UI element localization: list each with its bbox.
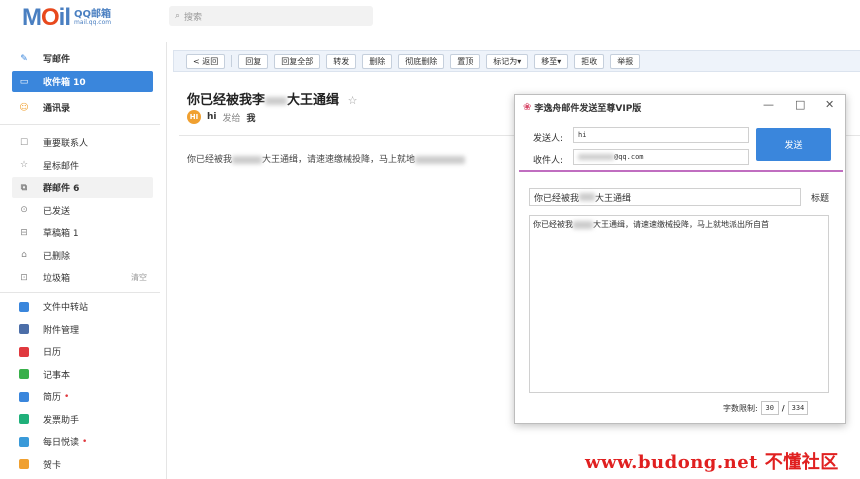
move-to-dropdown[interactable]: 移至▾ bbox=[534, 53, 569, 69]
inbox-icon: ▭ bbox=[19, 76, 29, 87]
new-badge: • bbox=[64, 391, 70, 402]
sidebar-item-calendar[interactable]: 日历 bbox=[12, 341, 153, 362]
dialog-divider bbox=[519, 170, 843, 172]
blurred-text bbox=[265, 96, 288, 105]
blurred-text bbox=[573, 220, 593, 229]
card-icon bbox=[17, 457, 31, 471]
delete-button[interactable]: 删除 bbox=[362, 53, 393, 69]
sidebar-item-starred[interactable]: ☆ 星标邮件 bbox=[12, 155, 153, 176]
logo-mail-text: MOil bbox=[22, 4, 71, 31]
trash-icon: ⌂ bbox=[21, 250, 27, 260]
spam-icon: ⊡ bbox=[20, 272, 28, 283]
top-bar: MOil QQ邮箱 mail.qq.com ⌕ 搜索 bbox=[0, 0, 860, 34]
subject-field[interactable]: 你已经被我 大王通缉 bbox=[529, 188, 801, 206]
reading-icon bbox=[17, 435, 31, 449]
vip-send-dialog: ❀ 李逸舟邮件发送至尊VIP版 — □ ✕ 发送人: hi 收件人: @qq.c… bbox=[514, 94, 846, 424]
star-icon[interactable]: ☆ bbox=[348, 94, 358, 107]
blurred-text bbox=[578, 154, 614, 160]
attachment-icon bbox=[17, 322, 31, 336]
sidebar-item-resume[interactable]: 简历 • bbox=[12, 386, 153, 407]
close-icon[interactable]: ✕ bbox=[825, 98, 834, 111]
sidebar-item-attachments[interactable]: 附件管理 bbox=[12, 319, 153, 340]
invoice-icon bbox=[17, 412, 31, 426]
resume-icon bbox=[17, 390, 31, 404]
permanent-delete-button[interactable]: 彻底删除 bbox=[398, 53, 445, 69]
new-badge: • bbox=[82, 436, 88, 447]
sidebar-item-greeting-card[interactable]: 贺卡 bbox=[12, 454, 153, 475]
group-icon: ⧉ bbox=[20, 182, 28, 193]
body-textarea[interactable]: 你已经被我 大王通缉，请速速缴械投降，马上就地派出所自首 bbox=[529, 215, 829, 393]
sidebar-item-daily-reading[interactable]: 每日悦读 • bbox=[12, 431, 153, 452]
from-label: 发送人: bbox=[533, 134, 564, 144]
watermark: www.budong.net 不懂社区 bbox=[585, 452, 839, 473]
sidebar-item-invoice[interactable]: 发票助手 bbox=[12, 409, 153, 430]
toolbar-divider bbox=[231, 55, 233, 67]
contact-card-icon: ☐ bbox=[19, 137, 29, 148]
sidebar-item-important-contacts[interactable]: ☐ 重要联系人 bbox=[12, 132, 153, 153]
qq-mail-logo[interactable]: MOil QQ邮箱 mail.qq.com bbox=[22, 4, 111, 32]
send-button[interactable]: 发送 bbox=[756, 128, 831, 161]
sidebar-item-drafts[interactable]: ⊟ 草稿箱 1 bbox=[12, 222, 153, 243]
sender-name[interactable]: hi bbox=[207, 112, 217, 122]
compose-button[interactable]: ✎ 写邮件 bbox=[12, 48, 153, 69]
notepad-icon bbox=[17, 367, 31, 381]
search-icon: ⌕ bbox=[175, 11, 181, 21]
to-field[interactable]: @qq.com bbox=[573, 149, 749, 165]
search-input[interactable]: ⌕ 搜索 bbox=[169, 6, 373, 26]
logo-qq-text: QQ邮箱 mail.qq.com bbox=[74, 9, 112, 26]
char-max-field[interactable]: 334 bbox=[787, 401, 809, 415]
sidebar-item-inbox[interactable]: ▭ 收件箱 10 bbox=[12, 71, 153, 92]
recipient-name[interactable]: 我 bbox=[247, 111, 256, 124]
sidebar-item-deleted[interactable]: ⌂ 已删除 bbox=[12, 245, 153, 266]
file-transfer-icon bbox=[17, 300, 31, 314]
sidebar: ✎ 写邮件 ▭ 收件箱 10 ☺ 通讯录 ☐ 重要联系人 ☆ 星标邮件 ⧉ 群邮件 6 ⊙ 已发送 ⊟ 草稿箱… bbox=[0, 42, 160, 479]
draft-icon: ⊟ bbox=[20, 227, 28, 238]
sidebar-item-spam[interactable]: ⊡ 垃圾箱 清空 bbox=[12, 267, 153, 288]
forward-button[interactable]: 转发 bbox=[326, 53, 357, 69]
reply-button[interactable]: 回复 bbox=[238, 53, 269, 69]
sidebar-item-contacts[interactable]: ☺ 通讯录 bbox=[12, 97, 153, 118]
sidebar-divider bbox=[0, 292, 160, 293]
report-button[interactable]: 举报 bbox=[610, 53, 641, 69]
char-limit: 字数限制: 30 / 334 bbox=[723, 401, 809, 415]
sent-icon: ⊙ bbox=[20, 205, 28, 215]
reply-all-button[interactable]: 回复全部 bbox=[274, 53, 321, 69]
mail-toolbar: < 返回 回复 回复全部 转发 删除 彻底删除 置顶 标记为▾ 移至▾ 拒收 举报 bbox=[173, 50, 860, 72]
maximize-icon[interactable]: □ bbox=[795, 98, 805, 111]
dialog-title: ❀ 李逸舟邮件发送至尊VIP版 bbox=[523, 102, 642, 114]
mark-as-dropdown[interactable]: 标记为▾ bbox=[486, 53, 529, 69]
pin-button[interactable]: 置顶 bbox=[450, 53, 481, 69]
back-button[interactable]: < 返回 bbox=[186, 53, 226, 69]
sidebar-item-notepad[interactable]: 记事本 bbox=[12, 364, 153, 385]
contacts-icon: ☺ bbox=[19, 102, 29, 113]
sidebar-item-file-transfer[interactable]: 文件中转站 bbox=[12, 296, 153, 317]
to-label: 发给 bbox=[222, 113, 241, 124]
to-label: 收件人: bbox=[533, 156, 564, 166]
subject-label: 标题 bbox=[811, 194, 830, 204]
sidebar-divider bbox=[0, 124, 160, 125]
empty-spam-link[interactable]: 清空 bbox=[131, 272, 147, 283]
minimize-icon[interactable]: — bbox=[763, 98, 774, 111]
app-logo-icon: ❀ bbox=[523, 102, 532, 113]
pen-icon: ✎ bbox=[20, 53, 28, 64]
char-count-field[interactable]: 30 bbox=[760, 401, 779, 415]
blurred-text bbox=[415, 155, 466, 164]
sidebar-item-sent[interactable]: ⊙ 已发送 bbox=[12, 200, 153, 221]
calendar-icon bbox=[17, 345, 31, 359]
mail-subject: 你已经被我李 大王通缉 ☆ bbox=[187, 93, 358, 108]
from-field[interactable]: hi bbox=[573, 127, 749, 143]
sender-avatar[interactable]: HI bbox=[187, 110, 201, 124]
mail-body: 你已经被我 大王通缉，请速速缴械投降，马上就地 bbox=[187, 152, 466, 165]
sidebar-item-group-mail[interactable]: ⧉ 群邮件 6 bbox=[12, 177, 153, 198]
reject-button[interactable]: 拒收 bbox=[574, 53, 605, 69]
sender-line: HI hi 发给 我 bbox=[187, 110, 256, 124]
blurred-text bbox=[579, 193, 596, 201]
blurred-text bbox=[232, 155, 263, 164]
star-icon: ☆ bbox=[19, 160, 29, 170]
